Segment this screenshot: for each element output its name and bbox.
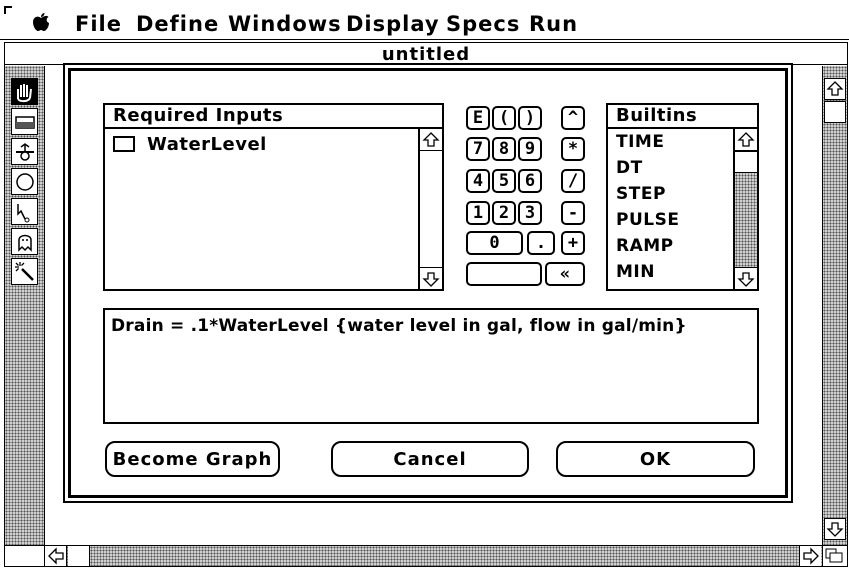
builtins-list[interactable]: Builtins TIME DT STEP PULSE RAMP MIN: [606, 103, 759, 291]
magic-wand-tool-icon[interactable]: [11, 258, 38, 285]
key-8[interactable]: 8: [492, 137, 516, 161]
key-3[interactable]: 3: [518, 201, 542, 225]
menu-display[interactable]: Display: [346, 12, 440, 36]
key-1[interactable]: 1: [466, 201, 490, 225]
equation-field[interactable]: Drain = .1*WaterLevel {water level in ga…: [103, 308, 759, 424]
required-inputs-list[interactable]: Required Inputs WaterLevel: [103, 103, 444, 291]
scroll-up-arrow-icon[interactable]: [824, 78, 846, 100]
scroll-left-arrow-icon[interactable]: [45, 546, 67, 566]
menu-file[interactable]: File: [75, 12, 122, 36]
key-e[interactable]: E: [466, 106, 490, 130]
scroll-thumb[interactable]: [735, 151, 757, 173]
required-inputs-scrollbar[interactable]: [418, 129, 442, 289]
vertical-scrollbar[interactable]: [822, 66, 847, 546]
horizontal-scrollbar[interactable]: [45, 545, 822, 566]
builtin-item[interactable]: RAMP: [608, 233, 733, 259]
key-2[interactable]: 2: [492, 201, 516, 225]
scroll-up-arrow-icon[interactable]: [420, 129, 442, 151]
cancel-button[interactable]: Cancel: [331, 441, 529, 477]
window-title-bar[interactable]: untitled: [5, 43, 847, 65]
tool-palette: [5, 66, 45, 546]
window-title: untitled: [381, 44, 471, 65]
key-multiply[interactable]: *: [561, 137, 585, 161]
menu-specs[interactable]: Specs: [446, 12, 520, 36]
key-6[interactable]: 6: [518, 169, 542, 193]
ok-button[interactable]: OK: [556, 441, 755, 477]
key-power[interactable]: ^: [561, 106, 585, 130]
builtin-item[interactable]: TIME: [608, 129, 733, 155]
scroll-down-arrow-icon[interactable]: [824, 518, 846, 540]
builtin-item[interactable]: MIN: [608, 259, 733, 285]
key-open-paren[interactable]: (: [492, 106, 516, 130]
builtin-item[interactable]: PULSE: [608, 207, 733, 233]
key-close-paren[interactable]: ): [518, 106, 542, 130]
key-9[interactable]: 9: [518, 137, 542, 161]
scroll-right-arrow-icon[interactable]: [799, 546, 821, 566]
key-0[interactable]: 0: [466, 231, 523, 255]
input-name: WaterLevel: [147, 133, 267, 155]
hand-tool-icon[interactable]: [11, 78, 38, 105]
bottom-left-box: [5, 545, 45, 566]
equation-text: Drain = .1*WaterLevel {water level in ga…: [111, 316, 687, 336]
hscroll-thumb[interactable]: [68, 546, 90, 566]
connector-tool-icon[interactable]: [11, 198, 38, 225]
equation-dialog: Required Inputs WaterLevel E ( ) ^ 7 8 9…: [63, 63, 793, 503]
menu-windows[interactable]: Windows: [228, 12, 342, 36]
scroll-down-arrow-icon[interactable]: [420, 267, 442, 289]
builtins-items: TIME DT STEP PULSE RAMP MIN: [608, 129, 733, 285]
scroll-down-arrow-icon[interactable]: [735, 267, 757, 289]
key-7[interactable]: 7: [466, 137, 490, 161]
key-backspace[interactable]: «: [545, 262, 585, 286]
key-blank[interactable]: [466, 262, 542, 286]
key-plus[interactable]: +: [561, 231, 585, 255]
corner-mark: [4, 6, 12, 14]
key-5[interactable]: 5: [492, 169, 516, 193]
menu-bar: File Define Windows Display Specs Run: [0, 0, 849, 40]
list-item[interactable]: WaterLevel: [113, 132, 267, 156]
builtins-title: Builtins: [608, 105, 757, 129]
ghost-tool-icon[interactable]: [11, 228, 38, 255]
builtin-item[interactable]: STEP: [608, 181, 733, 207]
menu-run[interactable]: Run: [529, 12, 578, 36]
scroll-thumb[interactable]: [824, 101, 846, 123]
scroll-up-arrow-icon[interactable]: [735, 129, 757, 151]
converter-tool-icon[interactable]: [11, 168, 38, 195]
builtins-scrollbar[interactable]: [733, 129, 757, 289]
palette-white-area: [5, 290, 44, 546]
flow-tool-icon[interactable]: [11, 138, 38, 165]
size-box[interactable]: [822, 545, 847, 566]
menu-define[interactable]: Define: [136, 12, 219, 36]
builtin-item[interactable]: DT: [608, 155, 733, 181]
stock-tool-icon[interactable]: [11, 108, 38, 135]
key-minus[interactable]: -: [561, 201, 585, 225]
become-graph-button[interactable]: Become Graph: [105, 441, 280, 477]
apple-menu-icon[interactable]: [32, 12, 50, 32]
key-divide[interactable]: /: [561, 169, 585, 193]
checkbox-icon[interactable]: [113, 136, 135, 152]
key-decimal[interactable]: .: [527, 231, 555, 255]
required-inputs-title: Required Inputs: [105, 105, 442, 129]
key-4[interactable]: 4: [466, 169, 490, 193]
